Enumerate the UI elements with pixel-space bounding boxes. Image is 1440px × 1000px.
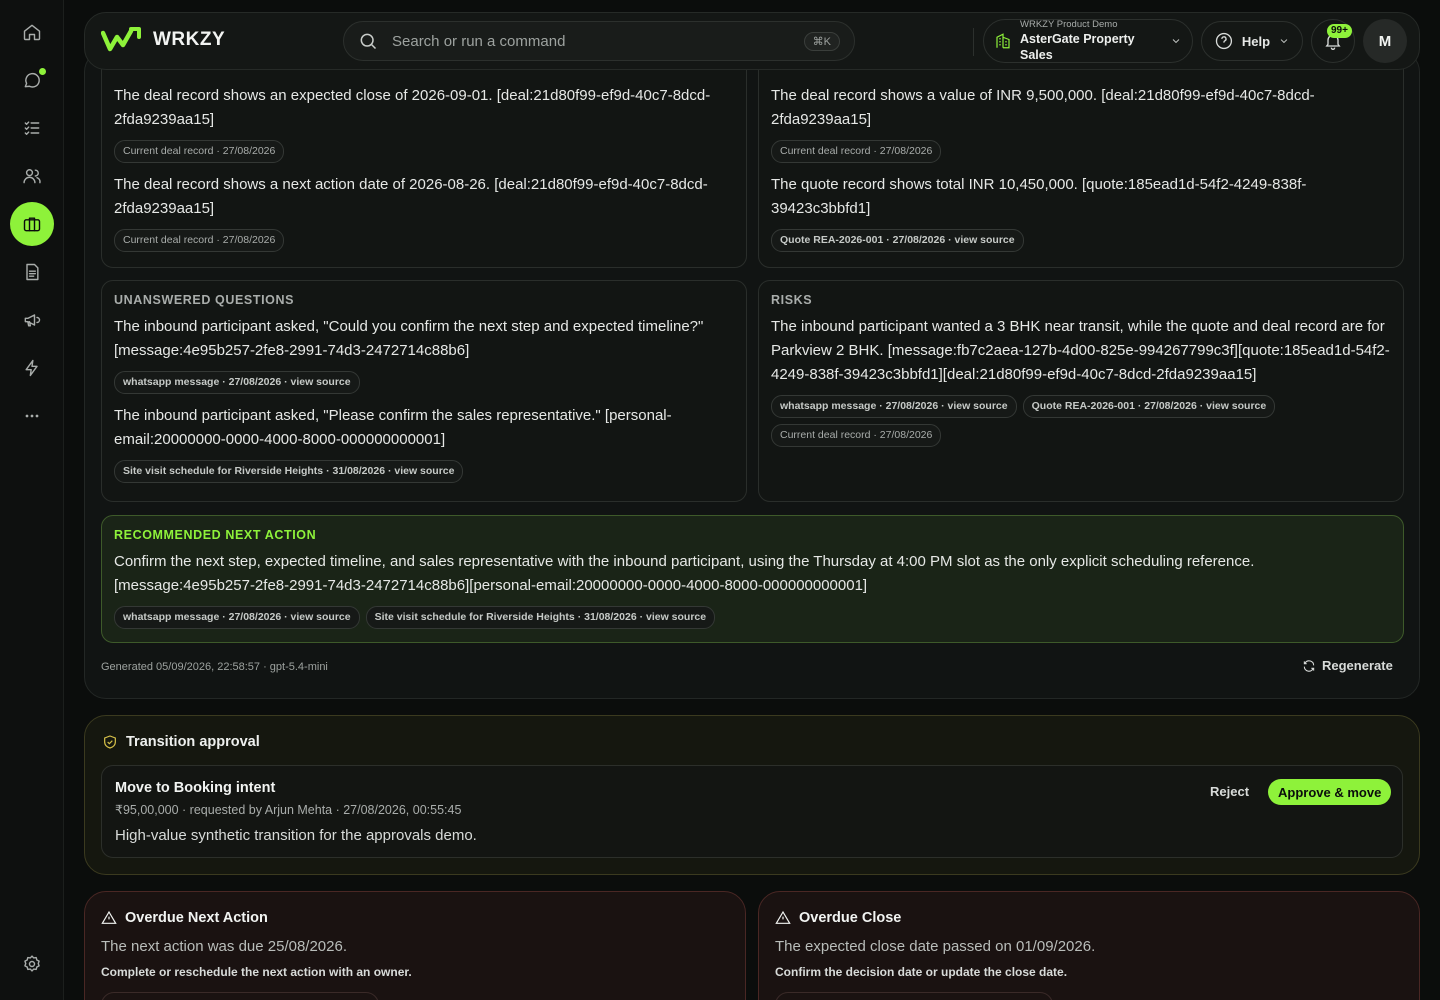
approval-request-card: Move to Booking intent ₹95,00,000 · requ… [101,765,1403,858]
generated-meta: Generated 05/09/2026, 22:58:57 · gpt-5.4… [101,661,328,673]
source-chip[interactable]: Current deal record · 27/08/2026 [771,424,942,447]
alert-hint: Complete or reschedule the next action w… [101,965,412,979]
source-chip[interactable]: Site visit schedule for Riverside Height… [114,460,464,483]
recommended-action-card: RECOMMENDED NEXT ACTION Confirm the next… [101,515,1404,643]
building-icon [996,33,1010,49]
sidebar [0,0,64,1000]
source-chip[interactable]: Current deal record · 27/08/2026 [114,229,285,252]
fact-text: The deal record shows a next action date… [114,176,708,217]
source-chip[interactable]: Current deal record · 27/08/2026 [114,140,285,163]
tasks-icon[interactable] [10,106,54,150]
approve-move-button[interactable]: Approve & move [1268,779,1392,805]
unread-dot [39,68,46,75]
source-chip[interactable]: whatsapp message · 27/08/2026 · view sou… [114,606,360,629]
source-chip[interactable]: Quote REA-2026-001 · 27/08/2026 · view s… [1022,395,1276,418]
alert-action-pill[interactable] [775,992,1053,1000]
refresh-icon [1303,659,1315,672]
chevron-down-icon [1172,39,1180,44]
divider [973,28,974,56]
document-icon[interactable] [10,250,54,294]
source-chip[interactable]: Current deal record · 27/08/2026 [771,140,942,163]
notifications-button[interactable]: 99+ [1311,19,1355,63]
help-label: Help [1241,33,1271,49]
settings-icon[interactable] [10,942,54,986]
question-text: The inbound participant asked, "Could yo… [114,318,704,359]
risks-card: RISKS The inbound participant wanted a 3… [758,280,1404,502]
workspace-name: AsterGate Property Sales [1020,32,1135,62]
alert-title: Overdue Close [799,910,902,926]
notification-count-badge: 99+ [1327,24,1352,38]
logo-mark-icon [101,27,141,52]
app-name: WRKZY [153,29,226,50]
alert-description: The next action was due 25/08/2026. [101,938,348,955]
section-title: Transition approval [126,734,260,750]
value-facts-card: The deal record shows a value of INR 9,5… [758,37,1404,268]
warning-icon [101,910,117,924]
top-bar: WRKZY Search or run a command ⌘K WRKZY P… [84,12,1420,70]
reject-button[interactable]: Reject [1210,784,1249,799]
alert-hint: Confirm the decision date or update the … [775,965,1068,979]
help-icon [1215,32,1233,50]
timeline-facts-card: The deal record shows an expected close … [101,37,747,268]
alert-title: Overdue Next Action [125,910,268,926]
chevron-down-icon [1280,39,1288,44]
overdue-next-action-card: Overdue Next Action The next action was … [84,891,746,1000]
command-search[interactable]: Search or run a command ⌘K [343,21,855,61]
shortcut-hint: ⌘K [803,31,840,51]
regenerate-label: Regenerate [1322,658,1393,673]
alert-action-pill[interactable] [101,992,379,1000]
source-chip[interactable]: Site visit schedule for Riverside Height… [365,606,716,629]
fact-text: The quote record shows total INR 10,450,… [771,176,1307,217]
home-icon[interactable] [10,10,54,54]
app-logo[interactable]: WRKZY [101,27,225,53]
source-chip[interactable]: whatsapp message · 27/08/2026 · view sou… [114,371,360,394]
contacts-icon[interactable] [10,154,54,198]
shield-check-icon [104,735,116,749]
risk-text: The inbound participant wanted a 3 BHK n… [771,318,1390,383]
workspace-switcher[interactable]: WRKZY Product Demo AsterGate Property Sa… [983,19,1193,63]
briefcase-icon[interactable] [10,202,54,246]
megaphone-icon[interactable] [10,298,54,342]
request-meta: ₹95,00,000 · requested by Arjun Mehta · … [115,803,462,817]
request-description: High-value synthetic transition for the … [115,827,477,844]
question-text: The inbound participant asked, "Please c… [114,407,672,448]
source-chip[interactable]: Quote REA-2026-001 · 27/08/2026 · view s… [771,229,1024,252]
source-chip[interactable]: whatsapp message · 27/08/2026 · view sou… [771,395,1017,418]
user-avatar[interactable]: M [1363,19,1407,63]
warning-icon [775,910,791,924]
request-title: Move to Booking intent [115,780,276,796]
unanswered-questions-card: UNANSWERED QUESTIONS The inbound partici… [101,280,747,502]
search-icon [360,33,377,50]
chat-icon[interactable] [10,58,54,102]
more-icon[interactable] [10,394,54,438]
search-input[interactable]: Search or run a command [392,33,804,50]
transition-approval-panel: Transition approval Move to Booking inte… [84,715,1420,875]
regenerate-button[interactable]: Regenerate [1302,658,1393,673]
recommendation-text: Confirm the next step, expected timeline… [114,553,1255,594]
card-title: UNANSWERED QUESTIONS [114,293,295,307]
card-title: RISKS [771,293,813,307]
card-title: RECOMMENDED NEXT ACTION [114,528,317,542]
alert-description: The expected close date passed on 01/09/… [775,938,1096,955]
fact-text: The deal record shows an expected close … [114,87,711,128]
workspace-label: WRKZY Product Demo [1020,19,1118,30]
deal-summary-panel: The deal record shows an expected close … [84,37,1420,699]
bolt-icon[interactable] [10,346,54,390]
overdue-close-card: Overdue Close The expected close date pa… [758,891,1420,1000]
help-menu-button[interactable]: Help [1201,21,1303,61]
fact-text: The deal record shows a value of INR 9,5… [771,87,1315,128]
